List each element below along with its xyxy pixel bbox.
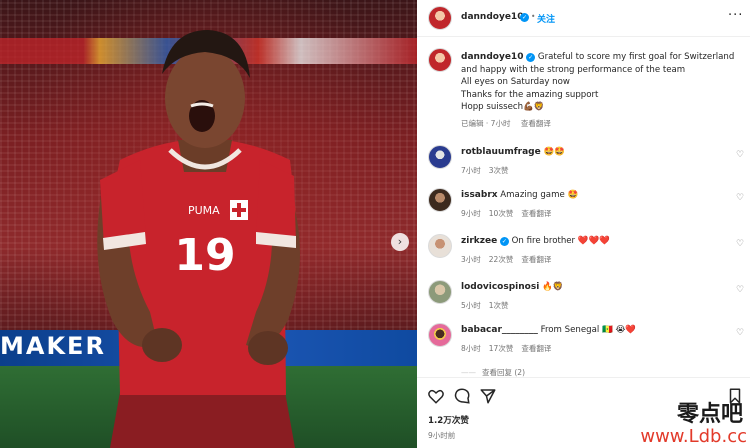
watermark-title: 零点吧: [676, 401, 743, 427]
caption-block: danndoye10 ✓ Grateful to score my first …: [417, 45, 750, 135]
post-side-panel: danndoye10 ✓ • 关注 ··· danndoye10 ✓ Grate…: [417, 0, 750, 448]
caption-verified-icon: ✓: [526, 53, 536, 62]
comment-username[interactable]: babacar________: [461, 325, 538, 335]
comment-username[interactable]: issabrx: [461, 190, 498, 200]
watermark-url: www.Ldb.cc: [640, 426, 747, 447]
comment-avatar[interactable]: [428, 188, 452, 212]
post-photo[interactable]: MAKER PUMA 19 ›: [0, 0, 417, 448]
comment-time: 7小时: [461, 166, 481, 175]
comment-item: lodovicospinosi 🔥🦁 5小时 1次赞 ♡: [417, 280, 750, 324]
comment-avatar[interactable]: [428, 145, 452, 169]
separator-dot: •: [531, 12, 536, 21]
like-count[interactable]: 1.2万次赞: [428, 414, 469, 426]
comment-like-heart-icon[interactable]: ♡: [736, 194, 745, 203]
caption-edited: 已编辑: [461, 119, 484, 128]
jersey-number: 19: [174, 230, 235, 281]
post-time: 9小时前: [428, 431, 456, 440]
comment-like-heart-icon[interactable]: ♡: [736, 151, 745, 160]
player-figure: PUMA 19: [97, 30, 300, 448]
comment-bubble-icon[interactable]: [453, 387, 471, 405]
comment-likes[interactable]: 22次赞: [489, 255, 514, 264]
svg-text:PUMA: PUMA: [188, 204, 220, 217]
comment-translate[interactable]: 查看翻译: [521, 209, 551, 218]
caption-line-2: and happy with the strong performance of…: [461, 64, 686, 75]
comment-item: zirkzee ✓ On fire brother ❤️❤️❤️ 3小时 22次赞…: [417, 234, 750, 278]
comment-time: 8小时: [461, 344, 481, 353]
caption-avatar[interactable]: [428, 48, 452, 72]
comment-likes[interactable]: 17次赞: [489, 344, 514, 353]
follow-button[interactable]: 关注: [537, 12, 555, 25]
like-heart-icon[interactable]: [427, 387, 445, 405]
watermark: 零点吧 www.Ldb.cc: [627, 396, 747, 447]
caption-dot: ·: [485, 119, 489, 128]
comment-like-heart-icon[interactable]: ♡: [736, 240, 745, 249]
comment-verified-icon: ✓: [499, 237, 509, 246]
comment-avatar[interactable]: [428, 234, 452, 258]
share-send-icon[interactable]: [479, 387, 497, 405]
comment-avatar[interactable]: [428, 323, 452, 347]
caption-line-3: All eyes on Saturday now: [461, 77, 570, 87]
comment-translate[interactable]: 查看翻译: [521, 255, 551, 264]
comment-like-heart-icon[interactable]: ♡: [736, 286, 745, 295]
caption-line-4: Thanks for the amazing support: [461, 89, 599, 100]
comment-text: From Senegal 🇸🇳 😭❤️: [540, 325, 637, 335]
comment-translate[interactable]: 查看翻译: [521, 344, 551, 353]
view-replies-link[interactable]: 查看回复 (2): [482, 368, 525, 377]
comment-text: 🤩🤩: [543, 147, 565, 157]
comment-likes[interactable]: 3次赞: [489, 166, 509, 175]
comment-item: rotblauumfrage 🤩🤩 7小时 3次赞 ♡: [417, 145, 750, 189]
next-photo-button[interactable]: ›: [391, 233, 409, 251]
more-options-icon[interactable]: ···: [728, 8, 743, 23]
caption-line-5: Hopp suissech💪🏾🦁: [461, 102, 545, 112]
comment-username[interactable]: zirkzee: [461, 236, 497, 246]
comment-text: On fire brother ❤️❤️❤️: [511, 236, 610, 246]
caption-line-1: Grateful to score my first goal for Swit…: [537, 52, 735, 62]
author-username[interactable]: danndoye10: [461, 12, 523, 22]
comment-username[interactable]: lodovicospinosi: [461, 282, 539, 292]
comment-text: 🔥🦁: [542, 282, 564, 292]
comment-text: Amazing game 🤩: [500, 190, 579, 200]
comment-likes[interactable]: 1次赞: [489, 301, 509, 310]
comment-item: issabrx Amazing game 🤩 9小时 10次赞 查看翻译 ♡: [417, 188, 750, 232]
caption-time: 7小时: [490, 119, 511, 128]
comment-time: 5小时: [461, 301, 481, 310]
comment-time: 9小时: [461, 209, 481, 218]
replies-dash: ——: [461, 368, 476, 377]
comment-likes[interactable]: 10次赞: [489, 209, 514, 218]
caption-translate[interactable]: 查看翻译: [521, 119, 551, 128]
comment-item: babacar________ From Senegal 🇸🇳 😭❤️ 8小时 1…: [417, 323, 750, 367]
verified-badge-icon: ✓: [520, 13, 529, 22]
comment-like-heart-icon[interactable]: ♡: [736, 329, 745, 338]
comment-avatar[interactable]: [428, 280, 452, 304]
author-avatar[interactable]: [428, 6, 452, 30]
post-header: danndoye10 ✓ • 关注 ···: [417, 0, 750, 37]
comment-username[interactable]: rotblauumfrage: [461, 147, 541, 157]
caption-username[interactable]: danndoye10: [461, 52, 523, 62]
comment-time: 3小时: [461, 255, 481, 264]
